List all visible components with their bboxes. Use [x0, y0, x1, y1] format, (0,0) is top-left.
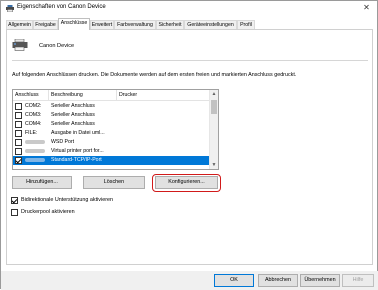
cancel-button[interactable]: Abbrechen: [258, 274, 298, 287]
port-checkbox[interactable]: [15, 139, 22, 146]
table-row[interactable]: COM3: Serieller Anschluss: [13, 111, 210, 120]
printer-icon: [12, 39, 28, 51]
table-row[interactable]: COM4: Serieller Anschluss: [13, 120, 210, 129]
printer-icon: [6, 5, 14, 12]
ports-list[interactable]: Anschluss Beschreibung Drucker COM2: Ser…: [12, 89, 219, 170]
ok-button[interactable]: OK: [214, 274, 254, 287]
header-description[interactable]: Beschreibung: [51, 92, 83, 98]
delete-port-button[interactable]: Löschen: [83, 176, 145, 189]
port-cell: COM4:: [25, 121, 42, 127]
column-divider: [116, 90, 117, 100]
tab-farbverwaltung[interactable]: Farbverwaltung: [114, 20, 156, 29]
description-cell: Serieller Anschluss: [51, 103, 95, 109]
header-printer[interactable]: Drucker: [119, 92, 137, 98]
port-checkbox[interactable]: [15, 112, 22, 119]
port-checkbox[interactable]: [15, 130, 22, 137]
port-checkbox[interactable]: [15, 103, 22, 110]
port-checkbox[interactable]: [15, 148, 22, 155]
redacted-port-cell: [25, 139, 45, 145]
properties-window: Eigenschaften von Canon Device ✕ Allgeme…: [0, 0, 378, 290]
description-cell: WSD Port: [51, 139, 75, 145]
device-name: Canon Device: [39, 43, 75, 49]
pooling-checkbox[interactable]: [11, 209, 18, 216]
table-row[interactable]: FILE: Ausgabe in Datei uml...: [13, 129, 210, 138]
scroll-down-icon[interactable]: ▼: [210, 161, 218, 169]
port-cell: COM2:: [25, 103, 42, 109]
table-row[interactable]: WSD Port: [13, 138, 210, 147]
table-row-selected[interactable]: Standard-TCP/IP-Port: [13, 156, 210, 165]
tab-anschluesse[interactable]: Anschlüsse: [58, 18, 90, 30]
window-title: Eigenschaften von Canon Device: [17, 4, 106, 10]
bidirectional-checkbox[interactable]: [11, 197, 18, 204]
redacted-port-cell: [25, 148, 45, 154]
description-cell: Virtual printer port for...: [51, 148, 104, 154]
description-cell: Ausgabe in Datei uml...: [51, 130, 105, 136]
tab-geraeteeinstellungen[interactable]: Geräteeinstellungen: [184, 20, 237, 29]
scroll-up-icon[interactable]: ▲: [210, 90, 218, 98]
redacted-text: [25, 139, 45, 144]
redacted-text: [25, 148, 45, 153]
tab-sicherheit[interactable]: Sicherheit: [156, 20, 184, 29]
close-icon[interactable]: ✕: [361, 3, 372, 13]
column-divider: [48, 90, 49, 100]
highlight-annotation: [152, 174, 221, 192]
list-scrollbar[interactable]: ▲ ▼: [209, 90, 218, 169]
port-checkbox-checked[interactable]: [15, 157, 22, 164]
port-cell: FILE:: [25, 130, 38, 136]
separator: [12, 60, 368, 61]
pooling-label: Druckerpool aktivieren: [21, 209, 75, 215]
tab-profil[interactable]: Profil: [237, 20, 255, 29]
description-cell: Serieller Anschluss: [51, 112, 95, 118]
port-checkbox[interactable]: [15, 121, 22, 128]
add-port-button[interactable]: Hinzufügen...: [12, 176, 72, 189]
dialog-footer: OK Abbrechen Übernehmen Hilfe: [1, 271, 378, 290]
apply-button[interactable]: Übernehmen: [300, 274, 340, 287]
table-row[interactable]: Virtual printer port for...: [13, 147, 210, 156]
table-row[interactable]: COM2: Serieller Anschluss: [13, 102, 210, 111]
tab-freigabe[interactable]: Freigabe: [33, 20, 58, 29]
ports-list-header: Anschluss Beschreibung Drucker: [13, 90, 210, 101]
description-cell: Serieller Anschluss: [51, 121, 95, 127]
tab-allgemein[interactable]: Allgemein: [6, 20, 33, 29]
port-cell: COM3:: [25, 112, 42, 118]
tab-erweitert[interactable]: Erweitert: [90, 20, 114, 29]
scroll-thumb[interactable]: [211, 100, 217, 114]
help-button[interactable]: Hilfe: [342, 274, 374, 287]
bidirectional-label: Bidirektionale Unterstützung aktivieren: [21, 197, 113, 203]
header-port[interactable]: Anschluss: [15, 92, 39, 98]
redacted-port-cell: [25, 157, 45, 163]
description-cell: Standard-TCP/IP-Port: [51, 157, 102, 163]
redacted-text: [25, 157, 45, 162]
ports-description: Auf folgenden Anschlüssen drucken. Die D…: [12, 72, 297, 78]
title-bar: Eigenschaften von Canon Device ✕: [1, 1, 377, 16]
